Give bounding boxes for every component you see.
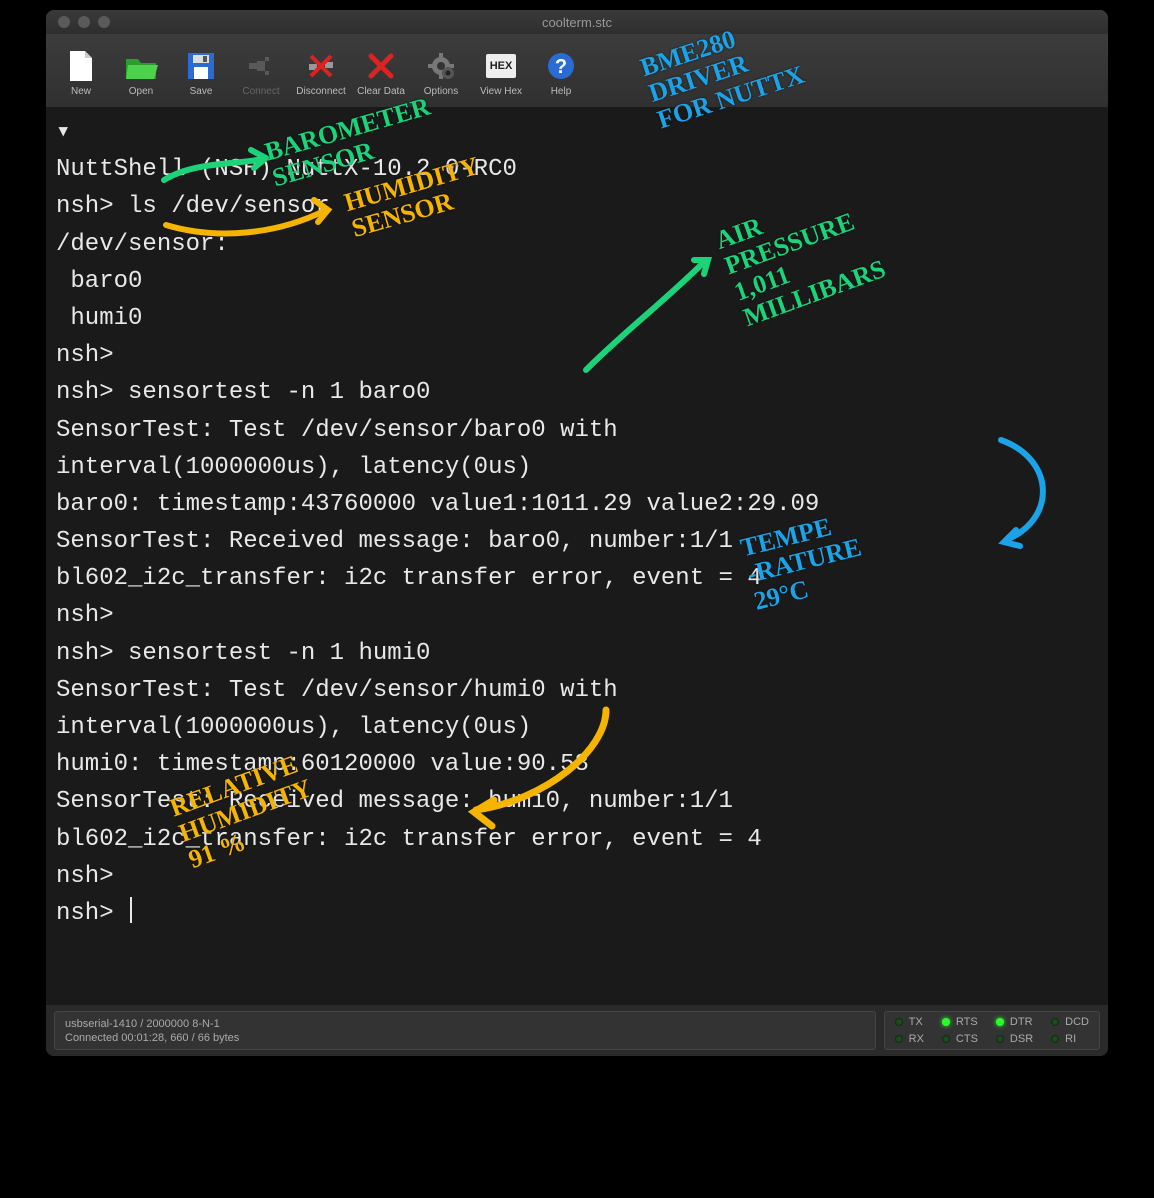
led-dtr: DTR xyxy=(996,1016,1033,1028)
toolbar-label: New xyxy=(71,86,91,97)
disconnect-button[interactable]: Disconnect xyxy=(292,40,350,106)
toolbar-label: View Hex xyxy=(480,86,522,97)
toolbar-label: Connect xyxy=(242,86,279,97)
window-title: coolterm.stc xyxy=(46,15,1108,30)
toolbar-label: Save xyxy=(190,86,213,97)
toolbar-label: Help xyxy=(551,86,572,97)
led-label: RX xyxy=(909,1033,924,1045)
toolbar-label: Disconnect xyxy=(296,86,345,97)
led-indicator xyxy=(1051,1018,1059,1026)
open-button[interactable]: Open xyxy=(112,40,170,106)
led-dcd: DCD xyxy=(1051,1016,1089,1028)
status-connected-line: Connected 00:01:28, 660 / 66 bytes xyxy=(65,1032,865,1044)
led-indicator xyxy=(1051,1035,1059,1043)
led-indicator xyxy=(895,1035,903,1043)
help-icon: ? xyxy=(543,48,579,84)
connect-button[interactable]: Connect xyxy=(232,40,290,106)
plug-icon xyxy=(243,48,279,84)
led-indicator xyxy=(895,1018,903,1026)
led-tx: TX xyxy=(895,1016,924,1028)
save-button[interactable]: Save xyxy=(172,40,230,106)
traffic-lights xyxy=(46,16,110,28)
x-icon xyxy=(363,48,399,84)
led-label: DCD xyxy=(1065,1016,1089,1028)
close-window-button[interactable] xyxy=(58,16,70,28)
titlebar: coolterm.stc xyxy=(46,10,1108,34)
toolbar-label: Open xyxy=(129,86,153,97)
gear-icon xyxy=(423,48,459,84)
led-ri: RI xyxy=(1051,1033,1089,1045)
floppy-disk-icon xyxy=(183,48,219,84)
terminal-output[interactable]: ▾ NuttShell (NSH) NuttX-10.2.0-RC0 nsh> … xyxy=(46,108,1108,1004)
help-button[interactable]: ? Help xyxy=(532,40,590,106)
statusbar: usbserial-1410 / 2000000 8-N-1 Connected… xyxy=(46,1004,1108,1056)
led-label: CTS xyxy=(956,1033,978,1045)
new-button[interactable]: New xyxy=(52,40,110,106)
folder-open-icon xyxy=(123,48,159,84)
led-label: RI xyxy=(1065,1033,1076,1045)
view-hex-button[interactable]: HEX View Hex xyxy=(472,40,530,106)
led-indicator xyxy=(942,1018,950,1026)
led-label: DTR xyxy=(1010,1016,1033,1028)
status-connection-info: usbserial-1410 / 2000000 8-N-1 Connected… xyxy=(54,1011,876,1050)
led-rx: RX xyxy=(895,1033,924,1045)
led-label: RTS xyxy=(956,1016,978,1028)
minimize-window-button[interactable] xyxy=(78,16,90,28)
hex-icon: HEX xyxy=(483,48,519,84)
status-leds: TX RTS DTR DCD RX CTS DSR RI xyxy=(884,1011,1100,1050)
disconnect-icon xyxy=(303,48,339,84)
led-indicator xyxy=(996,1018,1004,1026)
led-cts: CTS xyxy=(942,1033,978,1045)
clear-data-button[interactable]: Clear Data xyxy=(352,40,410,106)
toolbar: New Open Save Connect Disconnect xyxy=(46,34,1108,108)
app-window: coolterm.stc New Open Save Connect xyxy=(46,10,1108,1056)
led-indicator xyxy=(942,1035,950,1043)
svg-text:?: ? xyxy=(555,56,567,78)
led-label: TX xyxy=(909,1016,923,1028)
led-indicator xyxy=(996,1035,1004,1043)
status-port-line: usbserial-1410 / 2000000 8-N-1 xyxy=(65,1018,865,1030)
zoom-window-button[interactable] xyxy=(98,16,110,28)
toolbar-label: Clear Data xyxy=(357,86,405,97)
led-rts: RTS xyxy=(942,1016,978,1028)
led-label: DSR xyxy=(1010,1033,1033,1045)
toolbar-label: Options xyxy=(424,86,458,97)
led-dsr: DSR xyxy=(996,1033,1033,1045)
new-file-icon xyxy=(63,48,99,84)
options-button[interactable]: Options xyxy=(412,40,470,106)
